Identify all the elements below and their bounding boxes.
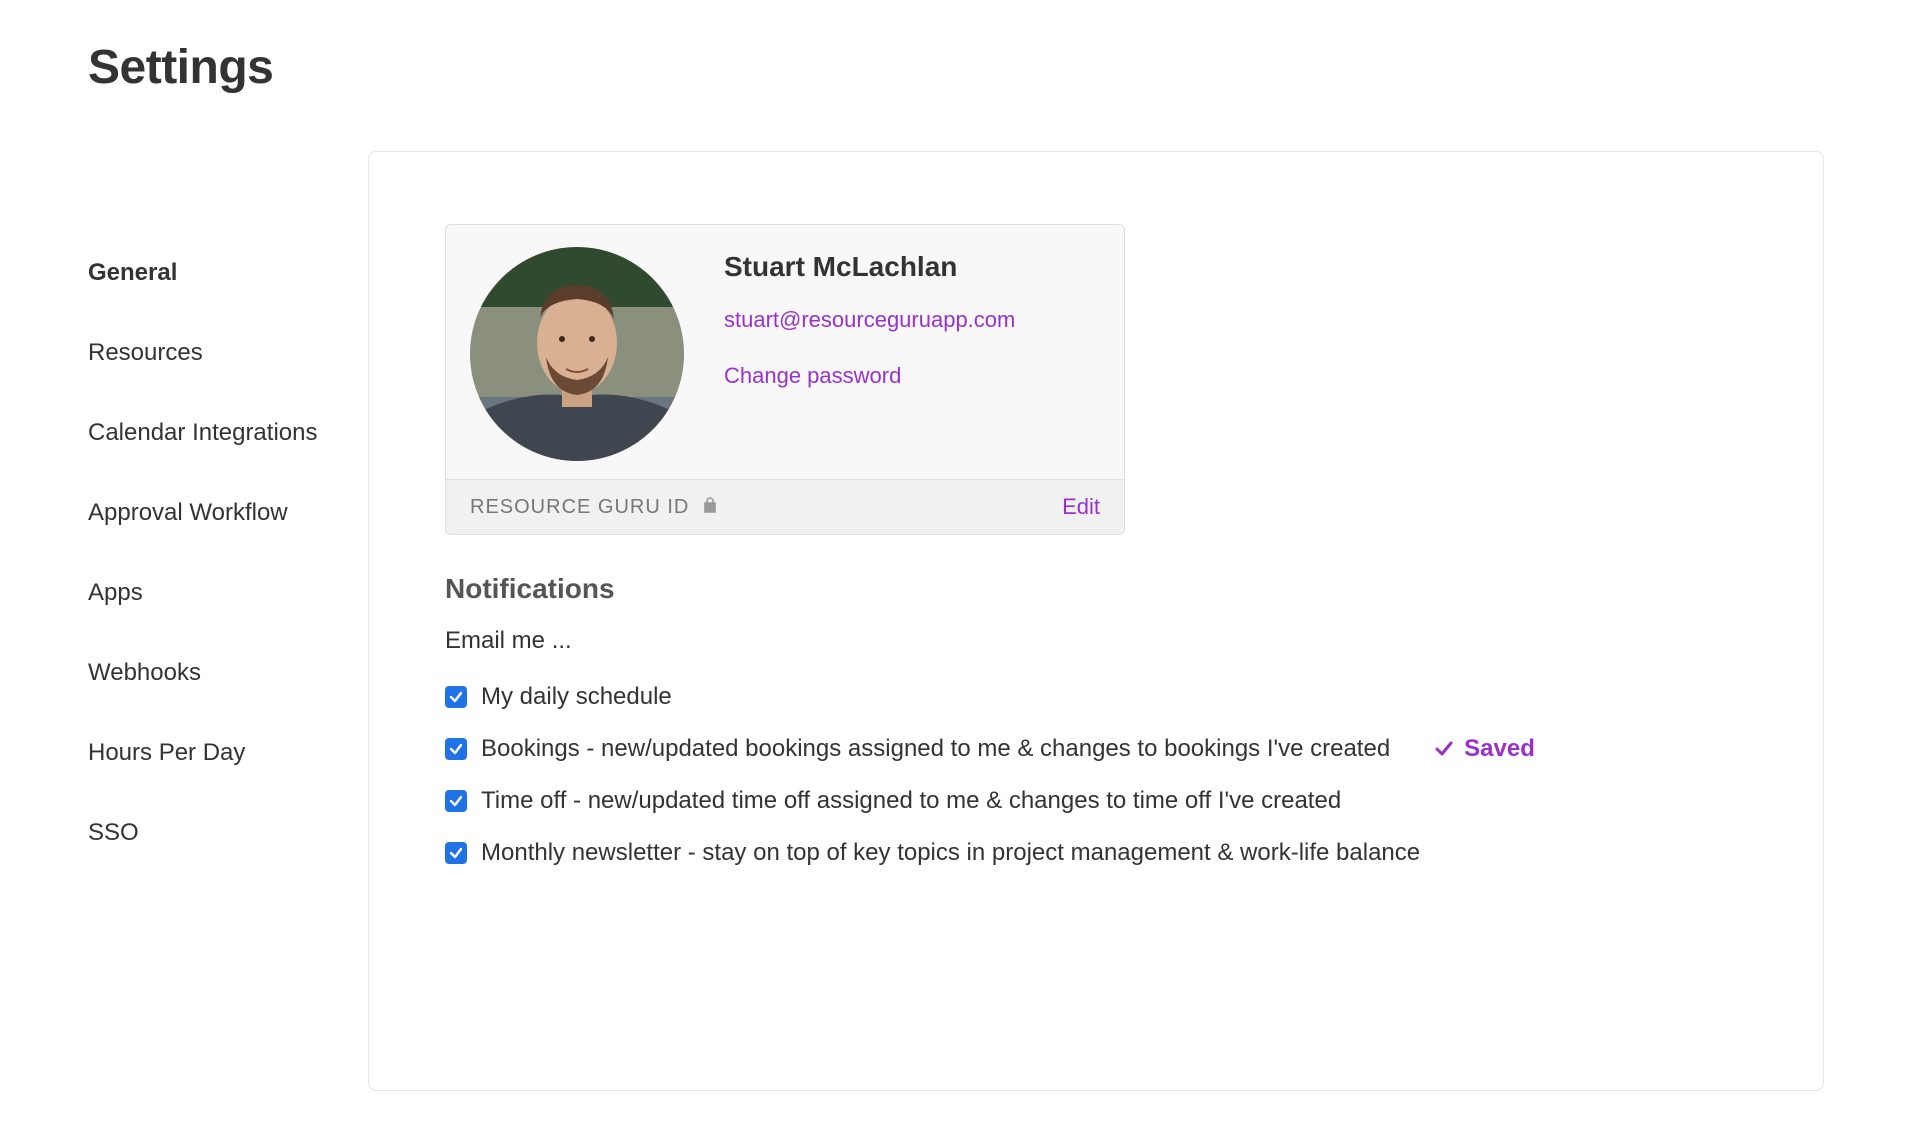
- resource-guru-id-label: RESOURCE GURU ID: [470, 496, 717, 519]
- notification-row-daily-schedule: My daily schedule: [445, 683, 1747, 711]
- checkbox-daily-schedule[interactable]: [445, 686, 467, 708]
- sidebar-item-sso[interactable]: SSO: [88, 793, 368, 873]
- notification-row-time-off: Time off - new/updated time off assigned…: [445, 787, 1747, 815]
- sidebar-item-label: Webhooks: [88, 659, 201, 686]
- checkbox-label[interactable]: Time off - new/updated time off assigned…: [481, 787, 1341, 815]
- sidebar-item-apps[interactable]: Apps: [88, 553, 368, 633]
- sidebar-item-webhooks[interactable]: Webhooks: [88, 633, 368, 713]
- checkbox-label[interactable]: Monthly newsletter - stay on top of key …: [481, 839, 1420, 867]
- sidebar-item-label: Hours Per Day: [88, 739, 245, 766]
- profile-name: Stuart McLachlan: [724, 251, 1015, 283]
- profile-card: Stuart McLachlan stuart@resourceguruapp.…: [445, 224, 1125, 535]
- id-label-text: RESOURCE GURU ID: [470, 496, 689, 519]
- sidebar-item-label: General: [88, 259, 177, 286]
- notification-row-newsletter: Monthly newsletter - stay on top of key …: [445, 839, 1747, 867]
- saved-badge: Saved: [1434, 735, 1535, 763]
- sidebar-item-hours-per-day[interactable]: Hours Per Day: [88, 713, 368, 793]
- saved-label: Saved: [1464, 735, 1535, 763]
- checkbox-newsletter[interactable]: [445, 842, 467, 864]
- sidebar-item-approval-workflow[interactable]: Approval Workflow: [88, 473, 368, 553]
- sidebar-item-label: Approval Workflow: [88, 499, 288, 526]
- sidebar-item-label: SSO: [88, 819, 139, 846]
- page-title: Settings: [88, 40, 1824, 95]
- sidebar-item-general[interactable]: General: [88, 233, 368, 313]
- settings-sidebar: General Resources Calendar Integrations …: [88, 151, 368, 873]
- profile-email-link[interactable]: stuart@resourceguruapp.com: [724, 307, 1015, 333]
- edit-profile-link[interactable]: Edit: [1062, 494, 1100, 520]
- sidebar-item-resources[interactable]: Resources: [88, 313, 368, 393]
- checkbox-label[interactable]: Bookings - new/updated bookings assigned…: [481, 735, 1390, 763]
- checkbox-label[interactable]: My daily schedule: [481, 683, 672, 711]
- check-icon: [1434, 739, 1454, 759]
- notifications-subheading: Email me ...: [445, 627, 1747, 655]
- sidebar-item-label: Resources: [88, 339, 203, 366]
- notification-row-bookings: Bookings - new/updated bookings assigned…: [445, 735, 1747, 763]
- sidebar-item-calendar-integrations[interactable]: Calendar Integrations: [88, 393, 368, 473]
- change-password-link[interactable]: Change password: [724, 363, 1015, 389]
- checkbox-bookings[interactable]: [445, 738, 467, 760]
- lock-icon: [703, 497, 717, 518]
- sidebar-item-label: Calendar Integrations: [88, 419, 317, 446]
- notifications-heading: Notifications: [445, 573, 1747, 605]
- settings-content: Stuart McLachlan stuart@resourceguruapp.…: [368, 151, 1824, 1091]
- checkbox-time-off[interactable]: [445, 790, 467, 812]
- sidebar-item-label: Apps: [88, 579, 143, 606]
- avatar: [470, 247, 684, 461]
